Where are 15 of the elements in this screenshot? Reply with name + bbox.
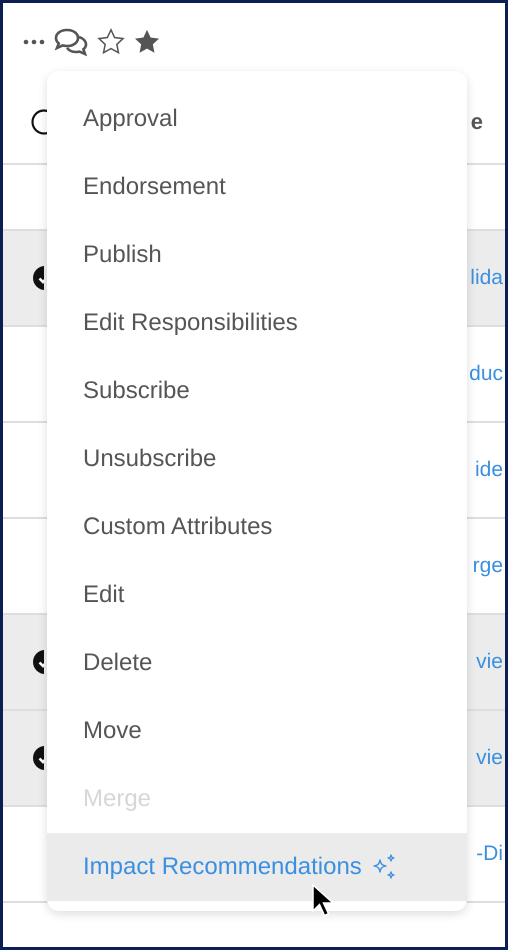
menu-item[interactable]: Edit Responsibilities	[47, 289, 467, 357]
menu-item[interactable]: Approval	[47, 85, 467, 153]
menu-item[interactable]: Unsubscribe	[47, 425, 467, 493]
menu-item[interactable]: Publish	[47, 221, 467, 289]
menu-item[interactable]: Move	[47, 697, 467, 765]
menu-item[interactable]: Custom Attributes	[47, 493, 467, 561]
column-header: e	[470, 108, 483, 134]
menu-item[interactable]: Edit	[47, 561, 467, 629]
star-outline-icon[interactable]	[97, 28, 125, 55]
more-icon[interactable]	[23, 38, 45, 44]
star-icon[interactable]	[133, 28, 161, 55]
menu-item[interactable]: Endorsement	[47, 153, 467, 221]
comments-icon[interactable]	[53, 26, 89, 56]
menu-item[interactable]: Subscribe	[47, 357, 467, 425]
menu-item[interactable]: Delete	[47, 629, 467, 697]
